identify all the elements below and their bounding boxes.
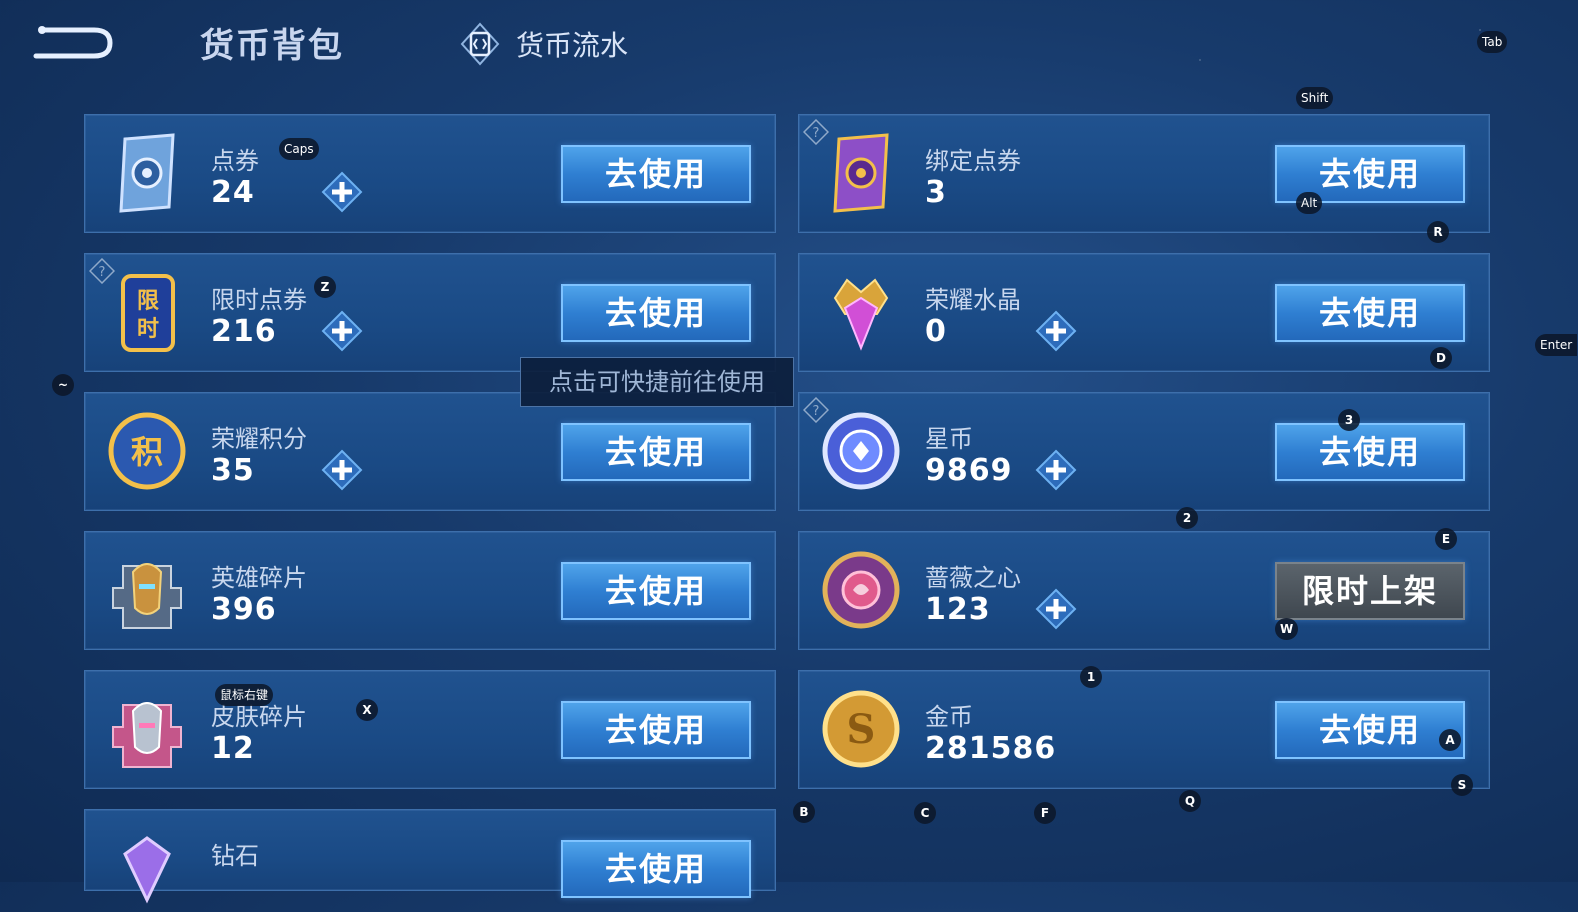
hotkey-badge-a: A	[1439, 729, 1461, 751]
currency-card-rose-heart: 蔷薇之心 123 限时上架	[798, 531, 1490, 650]
coupon-ticket-icon	[119, 133, 175, 213]
currency-flow-icon	[460, 22, 500, 66]
hotkey-badge-w: W	[1275, 618, 1299, 640]
use-button[interactable]: 去使用	[561, 284, 751, 342]
gold-coin-icon: S	[822, 690, 900, 768]
hotkey-badge-x: X	[356, 699, 378, 721]
star-coin-icon	[822, 412, 900, 490]
currency-name: 点券	[211, 147, 259, 175]
use-button[interactable]: 去使用	[561, 423, 751, 481]
use-button[interactable]: 去使用	[561, 562, 751, 620]
currency-name: 钻石	[211, 842, 259, 870]
limited-shelf-button[interactable]: 限时上架	[1275, 562, 1465, 620]
honor-crystal-icon	[833, 278, 889, 351]
hero-fragment-icon	[112, 563, 182, 629]
hotkey-badge-c: C	[914, 802, 936, 824]
limited-coupon-icon: 限 时	[121, 274, 175, 352]
currency-amount: 0	[925, 314, 947, 349]
currency-amount: 3	[925, 175, 947, 210]
hotkey-badge-d: D	[1430, 347, 1452, 369]
hotkey-badge-tab: Tab	[1477, 31, 1508, 53]
bound-coupon-icon	[833, 133, 889, 213]
currency-amount: 35	[211, 453, 255, 488]
currency-flow-label: 货币流水	[516, 29, 629, 62]
hotkey-badge-enter: Enter	[1535, 334, 1578, 356]
hotkey-badge-1: 1	[1080, 666, 1102, 688]
currency-card-skin-fragment: 皮肤碎片 12 去使用	[84, 670, 776, 789]
use-button[interactable]: 去使用	[561, 701, 751, 759]
quick-use-tooltip: 点击可快捷前往使用	[520, 357, 794, 407]
skin-fragment-icon	[112, 702, 182, 768]
hotkey-badge-tilde: ~	[52, 374, 74, 396]
add-plus-icon[interactable]	[1035, 588, 1077, 630]
hotkey-badge-2: 2	[1176, 507, 1198, 529]
currency-amount: 9869	[925, 453, 1013, 488]
hotkey-badge-shift: Shift	[1296, 87, 1334, 109]
svg-text:S: S	[847, 706, 876, 753]
currency-name: 荣耀积分	[211, 425, 307, 453]
hotkey-badge-right-click: 鼠标右键	[215, 684, 274, 706]
currency-card-honor-points: 积 荣耀积分 35 去使用	[84, 392, 776, 511]
use-button[interactable]: 去使用	[561, 840, 751, 898]
currency-amount: 24	[211, 175, 255, 210]
back-arrow-icon	[33, 26, 113, 59]
hotkey-badge-caps: Caps	[279, 138, 319, 160]
svg-text:积: 积	[131, 433, 163, 471]
currency-card-star-coin: ? 星币 9869 去使用	[798, 392, 1490, 511]
hotkey-badge-b: B	[793, 801, 815, 823]
hotkey-badge-z: Z	[314, 276, 336, 298]
currency-amount: 396	[211, 592, 277, 627]
hotkey-badge-q: Q	[1179, 790, 1201, 812]
currency-amount: 216	[211, 314, 277, 349]
svg-text:时: 时	[137, 317, 159, 342]
currency-flow-link[interactable]: 货币流水	[456, 20, 628, 68]
hotkey-badge-f: F	[1034, 802, 1056, 824]
currency-name: 绑定点券	[925, 147, 1021, 175]
currency-card-diamond: 钻石 去使用	[84, 809, 776, 904]
currency-card-hero-fragment: 英雄碎片 396 去使用	[84, 531, 776, 650]
rose-heart-icon	[822, 551, 900, 629]
hotkey-badge-s: S	[1451, 774, 1473, 796]
diamond-icon	[123, 836, 171, 904]
add-plus-icon[interactable]	[1035, 310, 1077, 352]
currency-card-gold-coin: S 金币 281586 去使用	[798, 670, 1490, 789]
add-plus-icon[interactable]	[321, 171, 363, 213]
use-button[interactable]: 去使用	[561, 145, 751, 203]
currency-amount: 12	[211, 731, 255, 766]
currency-name: 星币	[925, 425, 973, 453]
currency-name: 荣耀水晶	[925, 286, 1021, 314]
currency-card-limited-dianquan: ? 限 时 限时点券 216 去使用	[84, 253, 776, 372]
currency-amount: 281586	[925, 731, 1057, 766]
currency-name: 英雄碎片	[211, 564, 307, 592]
hotkey-badge-r: R	[1427, 221, 1449, 243]
add-plus-icon[interactable]	[321, 310, 363, 352]
hotkey-badge-alt: Alt	[1296, 192, 1323, 214]
use-button[interactable]: 去使用	[1275, 284, 1465, 342]
use-button[interactable]: 去使用	[1275, 701, 1465, 759]
currency-card-bound-dianquan: ? 绑定点券 3 去使用	[798, 114, 1490, 233]
add-plus-icon[interactable]	[1035, 449, 1077, 491]
back-button[interactable]	[32, 22, 114, 64]
currency-name: 蔷薇之心	[925, 564, 1021, 592]
hotkey-badge-e: E	[1435, 528, 1457, 550]
currency-card-dianquan: 点券 24 去使用	[84, 114, 776, 233]
currency-card-honor-crystal: 荣耀水晶 0 去使用	[798, 253, 1490, 372]
currency-name: 金币	[925, 703, 973, 731]
currency-name: 限时点券	[211, 286, 307, 314]
hotkey-badge-3: 3	[1338, 409, 1360, 431]
honor-points-icon: 积	[108, 412, 186, 490]
use-button[interactable]: 去使用	[1275, 423, 1465, 481]
currency-amount: 123	[925, 592, 991, 627]
svg-text:限: 限	[137, 289, 159, 314]
page-title: 货币背包	[200, 26, 344, 66]
add-plus-icon[interactable]	[321, 449, 363, 491]
